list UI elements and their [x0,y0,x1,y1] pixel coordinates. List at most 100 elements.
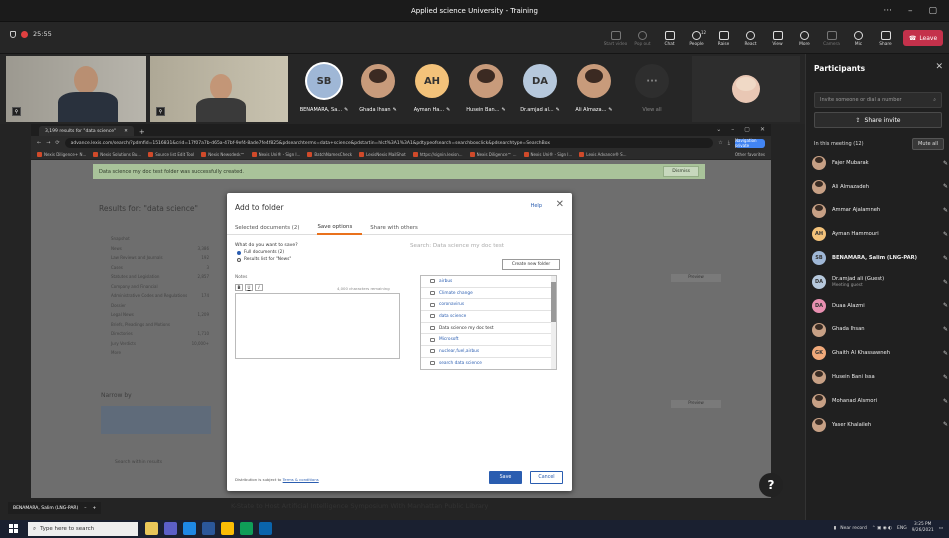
navigator-button[interactable]: Navigation private [735,138,765,148]
leave-button[interactable]: ☎ Leave [903,30,943,46]
participant-row[interactable]: DA Duaa Alazmi ✎ [812,298,948,313]
filter-item[interactable]: Cases 3 [111,263,209,273]
maximize-icon[interactable]: ▢ [928,6,937,16]
participant-tile[interactable]: Husein Ban... ✎ [456,56,516,122]
participant-tile[interactable]: AH Ayman Ha... ✎ [402,56,462,122]
address-bar[interactable]: advance.lexis.com/search/?pdmfid=1516831… [64,138,714,148]
filter-item[interactable]: Jury Verdicts 10,000+ [111,339,209,349]
help-link[interactable]: Help [531,203,542,209]
tab-save-options[interactable]: Save options [317,221,363,235]
folder-item[interactable]: search data science [421,358,556,369]
excel-app-icon[interactable] [240,522,253,535]
filter-item[interactable]: Legal News 1,209 [111,310,209,320]
participant-row[interactable]: Ammar Ajalamneh ✎ [812,203,948,218]
bold-button[interactable]: B [235,284,243,291]
bookmark-item[interactable]: Nexis Uni® - Sign I... [523,152,572,157]
tray-icons[interactable]: ⌃ ▣ ◉ ◐ [872,526,892,531]
toolbar-button-camera[interactable]: Camera [818,25,845,53]
toolbar-button-people[interactable]: People 12 [683,25,710,53]
close-icon[interactable]: ✕ [935,62,943,72]
close-icon[interactable]: ✕ [556,199,564,210]
search-within-link[interactable]: Search within results [115,460,162,465]
bookmark-item[interactable]: BatchNamesCheck [307,152,352,157]
share-invite-button[interactable]: ⇪ Share invite [814,112,942,128]
other-favorites[interactable]: Other favorites [735,152,765,157]
participant-tile[interactable]: SB BENAMARA, Sa... ✎ [294,56,354,122]
tab-share-with-others[interactable]: Share with others [370,221,428,235]
folder-item[interactable]: Climate change [421,288,556,300]
view-all-tile[interactable]: ··· View all [622,56,682,122]
in-meeting-label[interactable]: In this meeting (12) [814,141,864,147]
notes-textarea[interactable] [235,293,400,359]
option-full-documents[interactable]: Full documents (2) [237,250,284,255]
video-tile-1[interactable]: ⚲ [6,56,146,122]
folder-item[interactable]: nuclear,fuel,airbus [421,346,556,358]
video-tile-2[interactable]: ⚲ [150,56,288,122]
filter-item[interactable]: More [111,348,209,358]
filter-item[interactable]: Administrative Codes and Regulations 174 [111,291,209,301]
bookmark-item[interactable]: Lexis Advance® S... [579,152,627,157]
participant-row[interactable]: SB BENAMARA, Salim (LNG-PAR) ✎ [812,251,948,266]
participant-tile[interactable]: DA Dr.amjad al... ✎ [510,56,570,122]
mute-all-button[interactable]: Mute all [912,138,944,150]
filter-item[interactable]: Law Reviews and Journals 192 [111,253,209,263]
participant-row[interactable]: GK Ghaith Al Khassawneh ✎ [812,346,948,361]
toolbar-button-start-video[interactable]: Start video [602,25,629,53]
cancel-button[interactable]: Cancel [530,471,563,484]
save-button[interactable]: Save [489,471,522,484]
forward-icon[interactable]: → [46,140,50,146]
underline-button[interactable]: U [245,284,253,291]
folder-item[interactable]: Microsoft [421,334,556,347]
help-button[interactable]: ? [759,473,783,497]
back-icon[interactable]: ← [37,140,41,146]
filter-item[interactable]: Snapshot [111,234,209,244]
download-icon[interactable]: ⤓ [728,140,730,146]
filter-item[interactable]: News 3,386 [111,244,209,254]
participant-row[interactable]: Ali Almazadeh ✎ [812,179,948,194]
language-indicator[interactable]: ENG [897,526,907,531]
bookmark-item[interactable]: Source list Edit Tool [148,152,194,157]
toolbar-button-more[interactable]: More [791,25,818,53]
folder-app-icon[interactable] [145,522,158,535]
create-new-folder-button[interactable]: Create new folder [502,259,560,270]
bookmark-item[interactable]: Nexis Diligence+ N... [37,152,86,157]
participant-row[interactable]: Fajer Mubarak ✎ [812,156,948,170]
preview-button[interactable]: Preview [671,400,721,408]
teams-app-icon[interactable] [164,522,177,535]
toolbar-button-view[interactable]: View [764,25,791,53]
filter-item[interactable]: Company and Financial [111,282,209,292]
plus-icon[interactable]: + [93,506,97,511]
participant-row[interactable]: Mohanad Alsmori ✎ [812,394,948,408]
option-results-list[interactable]: Results list for "News" [237,257,291,262]
folder-item[interactable]: airbus [421,276,556,288]
folder-item[interactable]: Data science my doc test [421,323,556,335]
filter-item[interactable]: Statutes and Legislation 2,857 [111,272,209,282]
toolbar-button-pop-out[interactable]: Pop out [629,25,656,53]
star-icon[interactable]: ☆ [718,140,722,146]
bookmark-item[interactable]: Nexis Solutions Bu... [93,152,141,157]
tab-selected-documents[interactable]: Selected documents (2) [235,221,309,235]
more-options-icon[interactable]: ··· [883,6,892,16]
clock[interactable]: 3:25 PM 9/26/2021 [912,522,934,534]
filter-item[interactable]: Dossier [111,301,209,311]
chrome-app-icon[interactable] [221,522,234,535]
toolbar-button-chat[interactable]: Chat [656,25,683,53]
bookmark-item[interactable]: Nexis Uni® - Sign I... [251,152,300,157]
bookmark-item[interactable]: LexisNexis MailShot [359,152,406,157]
minus-icon[interactable]: – [84,506,86,511]
folder-item[interactable]: data science [421,311,556,323]
participant-row[interactable]: Husein Bani Issa ✎ [812,370,948,385]
participant-tile[interactable]: Ali Almaza... ✎ [564,56,624,122]
invite-input[interactable]: Invite someone or dial a number ⌕ [814,92,942,108]
folder-item[interactable]: coronavirus [421,299,556,312]
word-app-icon[interactable] [202,522,215,535]
reload-icon[interactable]: ⟳ [55,140,59,146]
filter-item[interactable]: Directories 1,710 [111,329,209,339]
folder-scroll-thumb[interactable] [551,282,556,322]
weather-widget[interactable]: ▮ Near record [834,526,867,531]
dismiss-button[interactable]: Dismiss [663,166,699,177]
article-title[interactable]: K-State to Host Artificial Intelligence … [231,502,488,510]
self-view-tile[interactable] [692,56,800,122]
taskbar-search-input[interactable]: ⌕ Type here to search [28,522,138,536]
toolbar-button-raise[interactable]: Raise [710,25,737,53]
